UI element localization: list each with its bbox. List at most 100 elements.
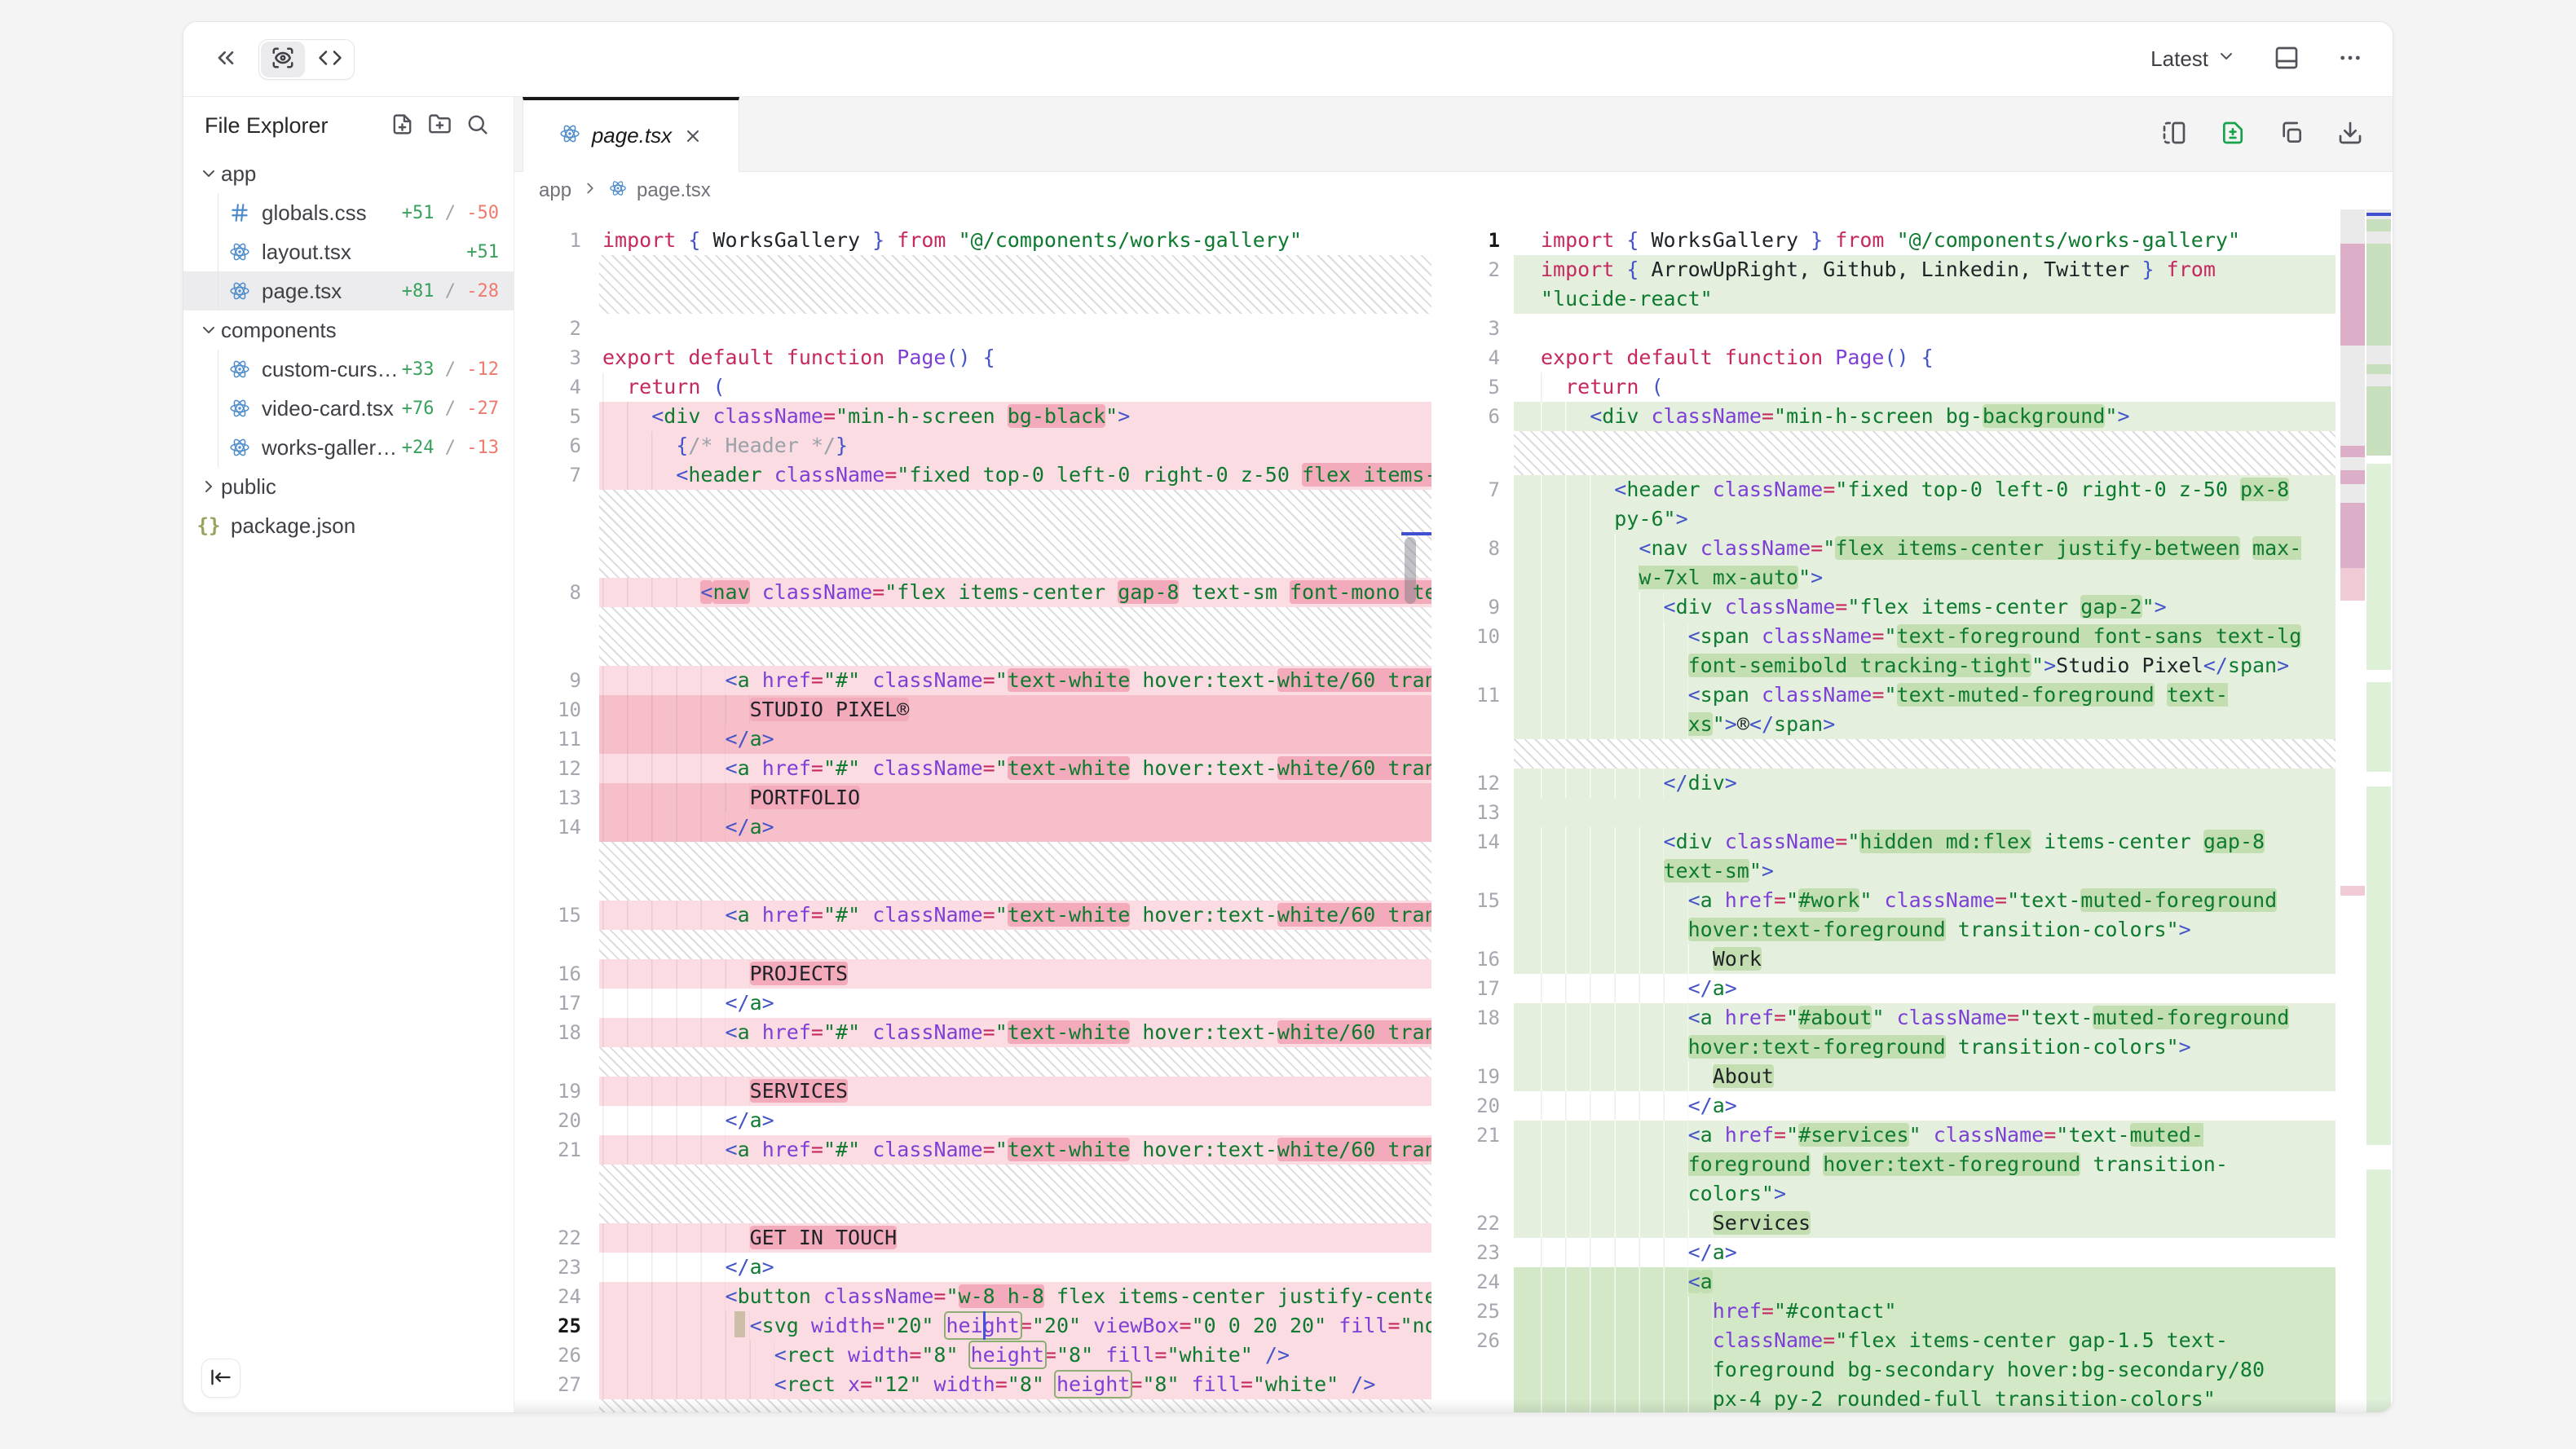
code-line-15[interactable]: 15<a href="#" className="text-white hove… [514, 901, 1431, 930]
sidebar-item-works-galler-[interactable]: works-galler…+24 / -13 [183, 428, 514, 467]
code-line-3[interactable]: 3 [1431, 314, 2393, 343]
panel-bottom-icon [2274, 45, 2300, 73]
code-line-23[interactable]: 23</a> [1431, 1238, 2393, 1267]
sidebar-item-video-card-tsx[interactable]: video-card.tsx+76 / -27 [183, 389, 514, 428]
code-line-6[interactable]: 6{/* Header */} [514, 431, 1431, 460]
code-line-1[interactable]: 1import { WorksGallery } from "@/compone… [1431, 226, 2393, 255]
code-line-12[interactable]: 12<a href="#" className="text-white hove… [514, 754, 1431, 783]
code-line-9[interactable]: 9<a href="#" className="text-white hover… [514, 666, 1431, 695]
code-line-16[interactable]: 16PROJECTS [514, 959, 1431, 989]
vertical-scrollbar-thumb[interactable] [1405, 537, 1416, 604]
code-line-9[interactable]: 9<div className="flex items-center gap-2… [1431, 592, 2393, 622]
code-text: <a href="#" className="text-white hover:… [602, 666, 1431, 695]
diff-view-button[interactable] [2215, 117, 2251, 152]
code-line-10[interactable]: 10<span className="text-foreground font-… [1431, 622, 2393, 680]
code-line-13[interactable]: 13PORTFOLIO [514, 783, 1431, 813]
code-line-11[interactable]: 11</a> [514, 724, 1431, 754]
code-line-5[interactable]: 5<div className="min-h-screen bg-black"> [514, 402, 1431, 431]
code-line-11[interactable]: 11<span className="text-muted-foreground… [1431, 680, 2393, 739]
code-line-16[interactable]: 16Work [1431, 945, 2393, 974]
code-line-21[interactable]: 21<a href="#services" className="text-mu… [1431, 1121, 2393, 1209]
code-line-2[interactable]: 2import { ArrowUpRight, Github, Linkedin… [1431, 255, 2393, 314]
line-number: 15 [514, 901, 599, 930]
download-button[interactable] [2332, 117, 2368, 152]
code-line-7[interactable]: 7<header className="fixed top-0 left-0 r… [514, 460, 1431, 490]
code-line-12[interactable]: 12</div> [1431, 769, 2393, 798]
line-number: 10 [514, 695, 599, 724]
tab-page-tsx[interactable]: page.tsx [523, 97, 739, 172]
new-file-button[interactable] [386, 110, 417, 141]
copy-code-button[interactable] [2274, 117, 2309, 152]
code-line-18[interactable]: 18<a href="#about" className="text-muted… [1431, 1003, 2393, 1062]
code-line-6[interactable]: 6<div className="min-h-screen bg-backgro… [1431, 402, 2393, 431]
sidebar-item-custom-curs-[interactable]: custom-curs…+33 / -12 [183, 350, 514, 389]
collapse-panel-button[interactable] [208, 42, 244, 77]
sidebar-item-page-tsx[interactable]: page.tsx+81 / -28 [183, 271, 514, 310]
code-line-24[interactable]: 24<button className="w-8 h-8 flex items-… [514, 1282, 1431, 1311]
code-line-19[interactable]: 19About [1431, 1062, 2393, 1091]
file-explorer-sidebar: File Explorer appglobals.css+51 / -50lay… [183, 97, 514, 1412]
search-files-button[interactable] [461, 110, 492, 141]
code-line-17[interactable]: 17</a> [1431, 974, 2393, 1003]
more-options-button[interactable] [2332, 42, 2368, 77]
code-line-22[interactable]: 22GET IN TOUCH [514, 1223, 1431, 1253]
code-line-7[interactable]: 7<header className="fixed top-0 left-0 r… [1431, 475, 2393, 534]
line-number: 26 [514, 1341, 599, 1370]
code-line-10[interactable]: 10STUDIO PIXEL® [514, 695, 1431, 724]
code-line-3[interactable]: 3export default function Page() { [514, 343, 1431, 372]
code-line-21[interactable]: 21<a href="#" className="text-white hove… [514, 1135, 1431, 1165]
code-text: export default function Page() { [1541, 343, 2311, 372]
code-toggle-button[interactable] [307, 40, 354, 79]
preview-toggle-button[interactable] [261, 42, 305, 77]
collapsed-diff-region [599, 1165, 1431, 1223]
code-line-25[interactable]: 25href="#contact" [1431, 1297, 2393, 1326]
breadcrumb-file[interactable]: page.tsx [637, 179, 711, 202]
code-line-20[interactable]: 20</a> [1431, 1091, 2393, 1121]
ellipsis-icon [2337, 45, 2363, 73]
version-selector[interactable]: Latest [2146, 46, 2241, 73]
breadcrumb-chevron-icon [581, 179, 599, 203]
sidebar-item-layout-tsx[interactable]: layout.tsx+51 [183, 232, 514, 271]
split-editor-button[interactable] [2156, 117, 2192, 152]
minimap-segment [2366, 231, 2391, 244]
diff-pane-new[interactable]: 1import { WorksGallery } from "@/compone… [1431, 209, 2393, 1412]
code-line-2[interactable]: 2 [514, 314, 1431, 343]
code-line-24[interactable]: 24<a [1431, 1267, 2393, 1297]
code-line-25[interactable]: 25<svg width="20" height="20" viewBox="0… [514, 1311, 1431, 1341]
collapse-sidebar-button[interactable] [201, 1359, 240, 1398]
code-line-22[interactable]: 22Services [1431, 1209, 2393, 1238]
code-line-26[interactable]: 26<rect width="8" height="8" fill="white… [514, 1341, 1431, 1370]
code-line-17[interactable]: 17</a> [514, 989, 1431, 1018]
code-line-8[interactable]: 8<nav className="flex items-center justi… [1431, 534, 2393, 592]
sidebar-item-app[interactable]: app [183, 154, 514, 193]
code-line-1[interactable]: 1import { WorksGallery } from "@/compone… [514, 226, 1431, 255]
code-line-15[interactable]: 15<a href="#work" className="text-muted-… [1431, 886, 2393, 945]
code-line-13[interactable]: 13 [1431, 798, 2393, 827]
code-line-4[interactable]: 4return ( [514, 372, 1431, 402]
breadcrumb-folder[interactable]: app [539, 179, 571, 202]
sidebar-item-components[interactable]: components [183, 310, 514, 350]
code-line-5[interactable]: 5return ( [1431, 372, 2393, 402]
code-line-23[interactable]: 23</a> [514, 1253, 1431, 1282]
code-text: <svg width="20" height="20" viewBox="0 0… [602, 1311, 1431, 1341]
code-line-8[interactable]: 8<nav className="flex items-center gap-8… [514, 578, 1431, 607]
panel-bottom-button[interactable] [2269, 42, 2305, 77]
code-line-4[interactable]: 4export default function Page() { [1431, 343, 2393, 372]
code-line-27[interactable]: 27<rect x="12" width="8" height="8" fill… [514, 1370, 1431, 1399]
code-line-14[interactable]: 14</a> [514, 813, 1431, 842]
new-folder-button[interactable] [424, 110, 455, 141]
file-label: works-galler… [262, 435, 402, 460]
sidebar-item-public[interactable]: public [183, 467, 514, 506]
code-line-26[interactable]: 26className="flex items-center gap-1.5 t… [1431, 1326, 2393, 1412]
code-text: <div className="min-h-screen bg-backgrou… [1541, 402, 2311, 431]
code-line-18[interactable]: 18<a href="#" className="text-white hove… [514, 1018, 1431, 1047]
code-line-14[interactable]: 14<div className="hidden md:flex items-c… [1431, 827, 2393, 886]
sidebar-item-globals-css[interactable]: globals.css+51 / -50 [183, 193, 514, 232]
code-line-20[interactable]: 20</a> [514, 1106, 1431, 1135]
line-number: 14 [514, 813, 599, 842]
diff-minimap[interactable] [2340, 209, 2393, 1412]
code-line-19[interactable]: 19SERVICES [514, 1077, 1431, 1106]
sidebar-item-package-json[interactable]: {}package.json [183, 506, 514, 545]
diff-pane-old[interactable]: 1import { WorksGallery } from "@/compone… [514, 209, 1431, 1412]
close-tab-icon[interactable] [683, 126, 703, 146]
